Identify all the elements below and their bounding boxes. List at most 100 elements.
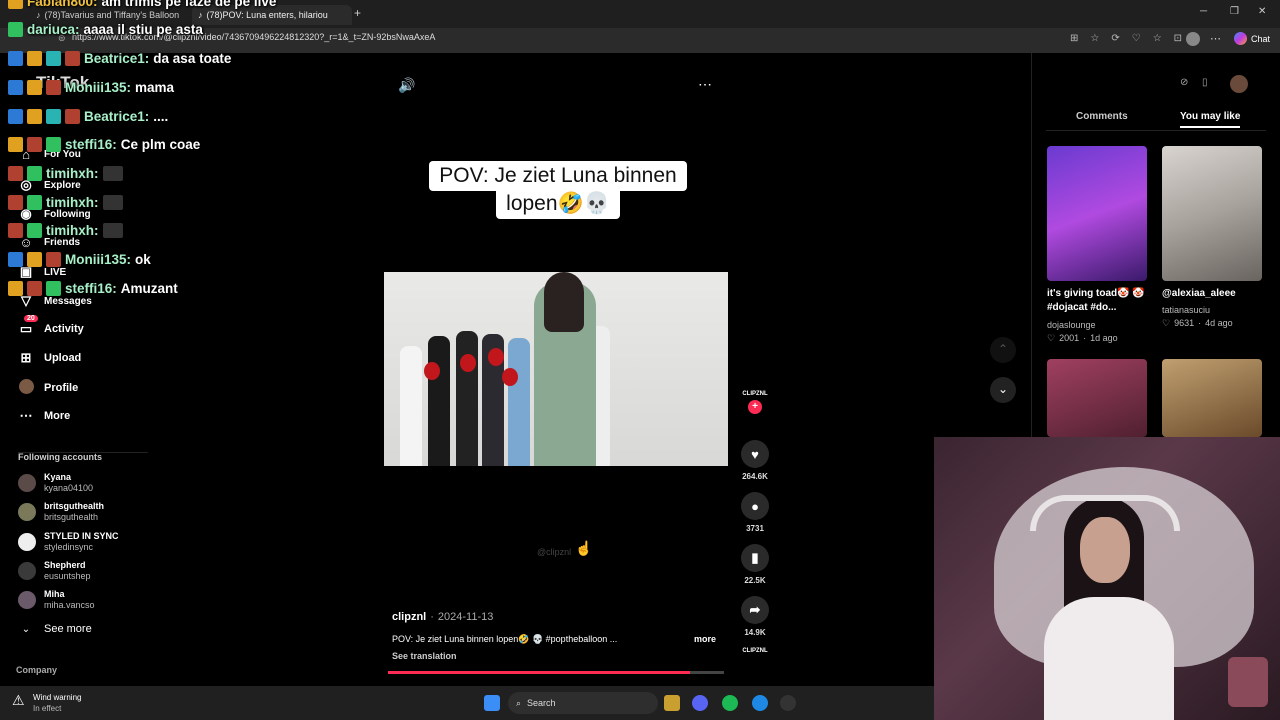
video-author[interactable]: clipznl bbox=[392, 611, 426, 623]
chat-message: timihxh: bbox=[8, 195, 123, 210]
video-watermark: @clipznl bbox=[537, 547, 572, 557]
video-thumbnail[interactable] bbox=[1162, 146, 1262, 281]
nav-upload[interactable]: ⊞ Upload bbox=[18, 350, 82, 366]
tab-you-may-like[interactable]: You may like bbox=[1180, 111, 1241, 128]
weather-title[interactable]: Wind warning bbox=[33, 693, 81, 702]
discord-icon[interactable] bbox=[692, 695, 708, 711]
emote-badge-icon bbox=[8, 166, 23, 181]
chat-button[interactable]: Chat bbox=[1234, 32, 1270, 45]
chat-message: Moniii135: mama bbox=[8, 80, 174, 95]
minimize-icon[interactable]: ─ bbox=[1200, 6, 1207, 17]
see-translation-link[interactable]: See translation bbox=[392, 651, 457, 661]
chat-text: am trimis pe faze de pe live bbox=[101, 0, 277, 9]
emote-icon bbox=[102, 195, 123, 210]
share-button[interactable]: ➦ 14.9K bbox=[740, 596, 770, 637]
account-name: Kyana bbox=[44, 472, 72, 482]
video-thumbnail[interactable] bbox=[1162, 359, 1262, 437]
spotify-icon[interactable] bbox=[722, 695, 738, 711]
video-menu-dots-icon[interactable]: ⋯ bbox=[698, 76, 712, 93]
mod-badge-icon bbox=[8, 51, 23, 66]
file-explorer-icon[interactable] bbox=[664, 695, 680, 711]
sub-badge-icon bbox=[46, 51, 61, 66]
nav-more[interactable]: ⋯ More bbox=[18, 408, 71, 424]
tiktok-icon: ♪ bbox=[36, 10, 41, 20]
chat-username: Beatrice1: bbox=[84, 51, 150, 66]
card-title[interactable]: @alexiaa_aleee bbox=[1162, 287, 1262, 301]
crown-badge-icon bbox=[27, 80, 42, 95]
windows-start-icon[interactable] bbox=[484, 695, 500, 711]
following-accounts-title: Following accounts bbox=[18, 452, 103, 462]
chat-message: Beatrice1:.... bbox=[8, 109, 168, 124]
nav-label: Explore bbox=[44, 179, 81, 191]
video-description: POV: Je ziet Luna binnen lopen🤣 💀 #popth… bbox=[392, 634, 618, 644]
like-button[interactable]: ♥ 264.6K bbox=[740, 440, 770, 481]
share-icon: ➦ bbox=[741, 596, 769, 624]
save-button[interactable]: ▮ 22.5K bbox=[740, 544, 770, 585]
balloon bbox=[502, 368, 518, 386]
creator-avatar: CLIPZNL bbox=[742, 391, 768, 397]
following-account[interactable]: STYLED IN SYNC styledinsync bbox=[18, 531, 119, 553]
company-link[interactable]: Company bbox=[16, 665, 57, 675]
tab-label: (78)Tavarius and Tiffany's Balloon bbox=[44, 10, 180, 20]
emote-badge-icon bbox=[8, 223, 23, 238]
menu-dots-icon[interactable]: ⋯ bbox=[1210, 32, 1221, 45]
chat-username: timihxh: bbox=[46, 223, 99, 238]
volume-icon[interactable]: 🔊 bbox=[398, 77, 415, 94]
maximize-icon[interactable]: ❐ bbox=[1230, 6, 1239, 17]
nav-label: Following bbox=[44, 208, 91, 220]
follow-plus-icon[interactable]: + bbox=[748, 400, 762, 414]
taskbar-search[interactable]: ⌕ Search bbox=[508, 692, 658, 714]
account-handle: kyana04100 bbox=[44, 483, 94, 493]
browser-toolbar-icons[interactable]: ⊞☆⟳♡☆⊡ bbox=[1070, 33, 1194, 44]
following-account[interactable]: britsguthealth britsguthealth bbox=[18, 501, 104, 523]
phone-icon[interactable]: ▯ bbox=[1202, 77, 1208, 88]
creator-avatar-button[interactable]: CLIPZNL + bbox=[740, 390, 770, 414]
following-account[interactable]: Kyana kyana04100 bbox=[18, 472, 93, 494]
mod-badge-icon bbox=[8, 80, 23, 95]
avatar bbox=[18, 591, 36, 609]
app-icon[interactable] bbox=[780, 695, 796, 711]
more-button[interactable]: more bbox=[694, 634, 716, 644]
previous-video-button[interactable]: ⌃ bbox=[990, 337, 1016, 363]
video-thumbnail[interactable] bbox=[1047, 359, 1147, 437]
compass-icon[interactable]: ⊘ bbox=[1180, 77, 1188, 88]
search-icon: ⌕ bbox=[516, 697, 522, 708]
following-account[interactable]: Shepherd eusuntshep bbox=[18, 560, 91, 582]
new-tab-button[interactable]: + bbox=[354, 6, 361, 20]
tabs-divider bbox=[1046, 130, 1266, 131]
comment-button[interactable]: ● 3731 bbox=[740, 492, 770, 533]
emote-badge-icon bbox=[65, 51, 80, 66]
video-progress-track[interactable] bbox=[388, 671, 724, 674]
card-time: 1d ago bbox=[1090, 333, 1118, 343]
video-thumbnail[interactable] bbox=[1047, 146, 1147, 281]
profile-avatar-icon[interactable] bbox=[1186, 32, 1200, 46]
following-account[interactable]: Miha miha.vancso bbox=[18, 589, 95, 611]
nav-label: Profile bbox=[44, 382, 79, 394]
nav-label: LIVE bbox=[44, 266, 67, 278]
sub-badge-icon bbox=[27, 166, 42, 181]
edge-icon[interactable] bbox=[752, 695, 768, 711]
nav-activity[interactable]: ▭ 20 Activity bbox=[18, 315, 84, 337]
video-player[interactable] bbox=[384, 272, 728, 466]
next-video-button[interactable]: ⌄ bbox=[990, 377, 1016, 403]
close-icon[interactable]: ✕ bbox=[1258, 6, 1266, 17]
avatar bbox=[18, 562, 36, 580]
chat-message: Moniii135: ok bbox=[8, 252, 151, 267]
nav-profile[interactable]: Profile bbox=[18, 379, 78, 397]
video-caption-overlay: POV: Je ziet Luna binnen lopen🤣💀 bbox=[412, 161, 704, 219]
chat-username: timihxh: bbox=[46, 166, 99, 181]
tab-comments[interactable]: Comments bbox=[1076, 111, 1128, 122]
headset-icon bbox=[1030, 495, 1180, 531]
card-user[interactable]: dojaslounge bbox=[1047, 320, 1096, 330]
card-likes: 2001 bbox=[1059, 333, 1080, 343]
sound-disc[interactable]: CLIPZNL bbox=[740, 648, 770, 654]
sound-disc-label: CLIPZNL bbox=[742, 648, 768, 654]
emote-badge-icon bbox=[8, 195, 23, 210]
bookmark-icon: ▮ bbox=[741, 544, 769, 572]
card-user[interactable]: tatianasuciu bbox=[1162, 305, 1210, 315]
caption-line: POV: Je ziet Luna binnen bbox=[429, 161, 687, 191]
card-title[interactable]: it's giving toad🤡 🤡 #dojacat #do... bbox=[1047, 287, 1147, 315]
see-more-button[interactable]: ⌄ See more bbox=[18, 623, 92, 635]
person-figure bbox=[508, 338, 530, 466]
user-avatar[interactable] bbox=[1230, 75, 1248, 93]
